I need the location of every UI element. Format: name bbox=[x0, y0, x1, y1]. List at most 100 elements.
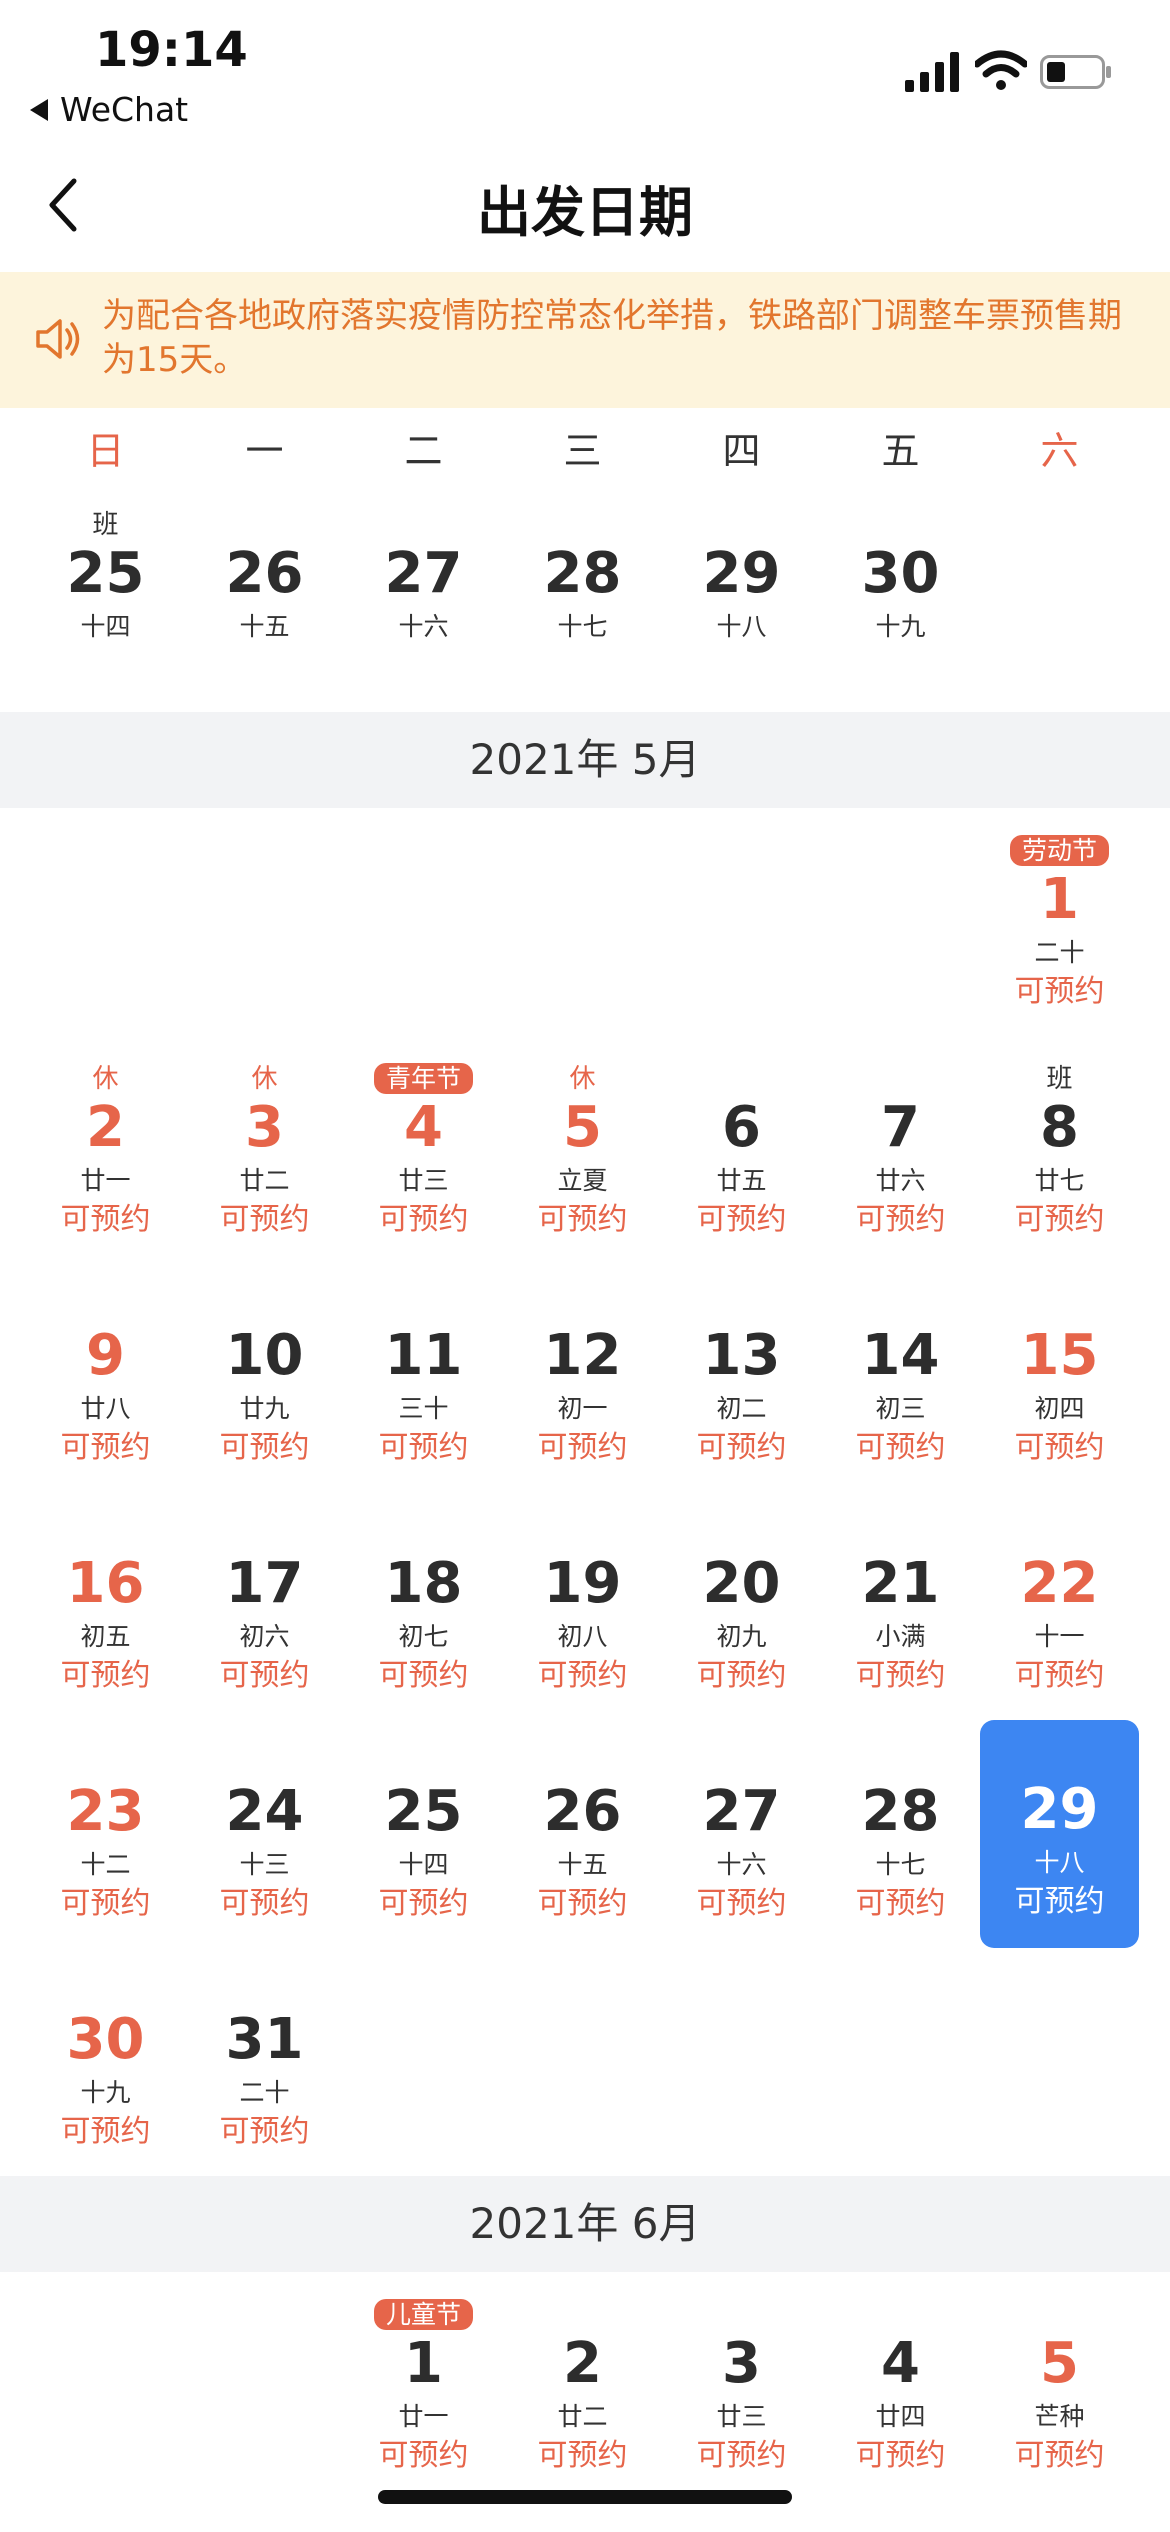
bookable-label: 可预约 bbox=[537, 1430, 628, 1465]
day-cell-may-18[interactable]: 18 初七 可预约 bbox=[344, 1510, 503, 1738]
bookable-label: 可预约 bbox=[219, 1886, 310, 1921]
notice-banner: 为配合各地政府落实疫情防控常态化举措，铁路部门调整车票预售期为15天。 bbox=[0, 272, 1170, 408]
day-number: 29 bbox=[702, 541, 781, 606]
lunar-date: 十五 bbox=[239, 612, 290, 641]
day-cell-may-31[interactable]: 31 二十 可预约 bbox=[185, 1966, 344, 2194]
page-title: 出发日期 bbox=[477, 181, 693, 244]
day-cell-apr-29[interactable]: 29 十八 bbox=[662, 500, 821, 728]
bookable-label: 可预约 bbox=[1014, 2438, 1105, 2473]
notice-text: 为配合各地政府落实疫情防控常态化举措，铁路部门调整车票预售期为15天。 bbox=[102, 296, 1122, 380]
day-number: 24 bbox=[225, 1779, 304, 1844]
day-cell-apr-25[interactable]: 班 25 十四 bbox=[26, 500, 185, 728]
day-number: 26 bbox=[543, 1779, 622, 1844]
day-cell-may-30[interactable]: 30 十九 可预约 bbox=[26, 1966, 185, 2194]
lunar-date: 三十 bbox=[398, 1394, 449, 1423]
day-cell-may-10[interactable]: 10 廿九 可预约 bbox=[185, 1282, 344, 1510]
day-cell-jun-3[interactable]: 3 廿三 可预约 bbox=[662, 2290, 821, 2518]
rest-tag: 休 bbox=[569, 1064, 596, 1094]
lunar-date: 十四 bbox=[80, 612, 131, 641]
lunar-date: 十八 bbox=[1034, 1848, 1085, 1877]
day-cell-may-14[interactable]: 14 初三 可预约 bbox=[821, 1282, 980, 1510]
day-cell-jun-4[interactable]: 4 廿四 可预约 bbox=[821, 2290, 980, 2518]
battery-icon bbox=[1040, 55, 1111, 89]
day-cell-may-17[interactable]: 17 初六 可预约 bbox=[185, 1510, 344, 1738]
day-cell-may-5[interactable]: 休 5 立夏 可预约 bbox=[503, 1054, 662, 1282]
day-cell-may-26[interactable]: 26 十五 可预约 bbox=[503, 1738, 662, 1966]
holiday-badge: 劳动节 bbox=[1009, 835, 1109, 866]
bookable-label: 可预约 bbox=[696, 1658, 787, 1693]
day-cell-apr-30[interactable]: 30 十九 bbox=[821, 500, 980, 728]
day-number: 18 bbox=[384, 1551, 463, 1616]
day-number: 23 bbox=[66, 1779, 145, 1844]
day-cell-may-25[interactable]: 25 十四 可预约 bbox=[344, 1738, 503, 1966]
day-cell-may-9[interactable]: 9 廿八 可预约 bbox=[26, 1282, 185, 1510]
day-cell-may-13[interactable]: 13 初二 可预约 bbox=[662, 1282, 821, 1510]
day-number: 17 bbox=[225, 1551, 304, 1616]
lunar-date: 廿六 bbox=[875, 1166, 926, 1195]
status-time: 19:14 bbox=[95, 22, 248, 78]
lunar-date: 廿二 bbox=[557, 2402, 608, 2431]
day-cell-may-16[interactable]: 16 初五 可预约 bbox=[26, 1510, 185, 1738]
day-number: 19 bbox=[543, 1551, 622, 1616]
day-number: 28 bbox=[543, 541, 622, 606]
day-cell-may-12[interactable]: 12 初一 可预约 bbox=[503, 1282, 662, 1510]
day-cell-jun-1[interactable]: 儿童节 1 廿一 可预约 bbox=[344, 2290, 503, 2518]
day-cell-may-28[interactable]: 28 十七 可预约 bbox=[821, 1738, 980, 1966]
weekday-sat: 六 bbox=[1040, 429, 1079, 473]
home-indicator[interactable] bbox=[378, 2490, 792, 2504]
bookable-label: 可预约 bbox=[378, 1430, 469, 1465]
lunar-date: 十一 bbox=[1034, 1622, 1085, 1651]
weekday-mon: 一 bbox=[245, 429, 284, 473]
holiday-badge: 青年节 bbox=[373, 1063, 473, 1094]
lunar-date: 十五 bbox=[557, 1850, 608, 1879]
rest-tag: 休 bbox=[92, 1064, 119, 1094]
bookable-label: 可预约 bbox=[696, 1202, 787, 1237]
day-number: 21 bbox=[861, 1551, 940, 1616]
day-cell-apr-28[interactable]: 28 十七 bbox=[503, 500, 662, 728]
lunar-date: 小满 bbox=[875, 1622, 926, 1651]
day-cell-may-24[interactable]: 24 十三 可预约 bbox=[185, 1738, 344, 1966]
day-number: 1 bbox=[1040, 867, 1079, 932]
day-number: 12 bbox=[543, 1323, 622, 1388]
lunar-date: 初一 bbox=[557, 1394, 608, 1423]
day-cell-may-21[interactable]: 21 小满 可预约 bbox=[821, 1510, 980, 1738]
status-bar: 19:14 WeChat bbox=[0, 0, 1170, 140]
weekday-thu: 四 bbox=[722, 429, 761, 473]
day-cell-may-2[interactable]: 休 2 廿一 可预约 bbox=[26, 1054, 185, 1282]
day-number: 5 bbox=[1040, 2331, 1079, 2396]
day-number: 5 bbox=[563, 1095, 602, 1160]
lunar-date: 十六 bbox=[716, 1850, 767, 1879]
day-cell-may-29-selected[interactable]: 29 十八 可预约 bbox=[980, 1720, 1139, 1948]
lunar-date: 二十 bbox=[1034, 938, 1085, 967]
bookable-label: 可预约 bbox=[696, 1886, 787, 1921]
day-cell-may-19[interactable]: 19 初八 可预约 bbox=[503, 1510, 662, 1738]
day-cell-may-3[interactable]: 休 3 廿二 可预约 bbox=[185, 1054, 344, 1282]
day-cell-jun-2[interactable]: 2 廿二 可预约 bbox=[503, 2290, 662, 2518]
bookable-label: 可预约 bbox=[60, 2114, 151, 2149]
day-cell-may-20[interactable]: 20 初九 可预约 bbox=[662, 1510, 821, 1738]
day-cell-may-4[interactable]: 青年节 4 廿三 可预约 bbox=[344, 1054, 503, 1282]
bookable-label: 可预约 bbox=[855, 1430, 946, 1465]
day-cell-may-27[interactable]: 27 十六 可预约 bbox=[662, 1738, 821, 1966]
day-cell-may-7[interactable]: 7 廿六 可预约 bbox=[821, 1054, 980, 1282]
day-cell-may-11[interactable]: 11 三十 可预约 bbox=[344, 1282, 503, 1510]
day-number: 2 bbox=[86, 1095, 125, 1160]
month-header-may: 2021年 5月 bbox=[0, 712, 1170, 808]
day-number: 1 bbox=[404, 2331, 443, 2396]
day-number: 27 bbox=[702, 1779, 781, 1844]
day-cell-may-8[interactable]: 班 8 廿七 可预约 bbox=[980, 1054, 1139, 1282]
lunar-date: 初四 bbox=[1034, 1394, 1085, 1423]
day-cell-may-6[interactable]: 6 廿五 可预约 bbox=[662, 1054, 821, 1282]
day-number: 4 bbox=[881, 2331, 920, 2396]
bookable-label: 可预约 bbox=[855, 1658, 946, 1693]
day-cell-may-22[interactable]: 22 十一 可预约 bbox=[980, 1510, 1139, 1738]
day-number: 25 bbox=[384, 1779, 463, 1844]
day-cell-may-15[interactable]: 15 初四 可预约 bbox=[980, 1282, 1139, 1510]
day-cell-apr-26[interactable]: 26 十五 bbox=[185, 500, 344, 728]
weekday-header: 日 一 二 三 四 五 六 bbox=[0, 410, 1170, 490]
day-cell-may-1[interactable]: 劳动节 1 二十 可预约 bbox=[980, 826, 1139, 1054]
day-cell-jun-5[interactable]: 5 芒种 可预约 bbox=[980, 2290, 1139, 2518]
day-cell-may-23[interactable]: 23 十二 可预约 bbox=[26, 1738, 185, 1966]
day-cell-apr-27[interactable]: 27 十六 bbox=[344, 500, 503, 728]
back-to-app-link[interactable]: WeChat bbox=[30, 90, 188, 129]
